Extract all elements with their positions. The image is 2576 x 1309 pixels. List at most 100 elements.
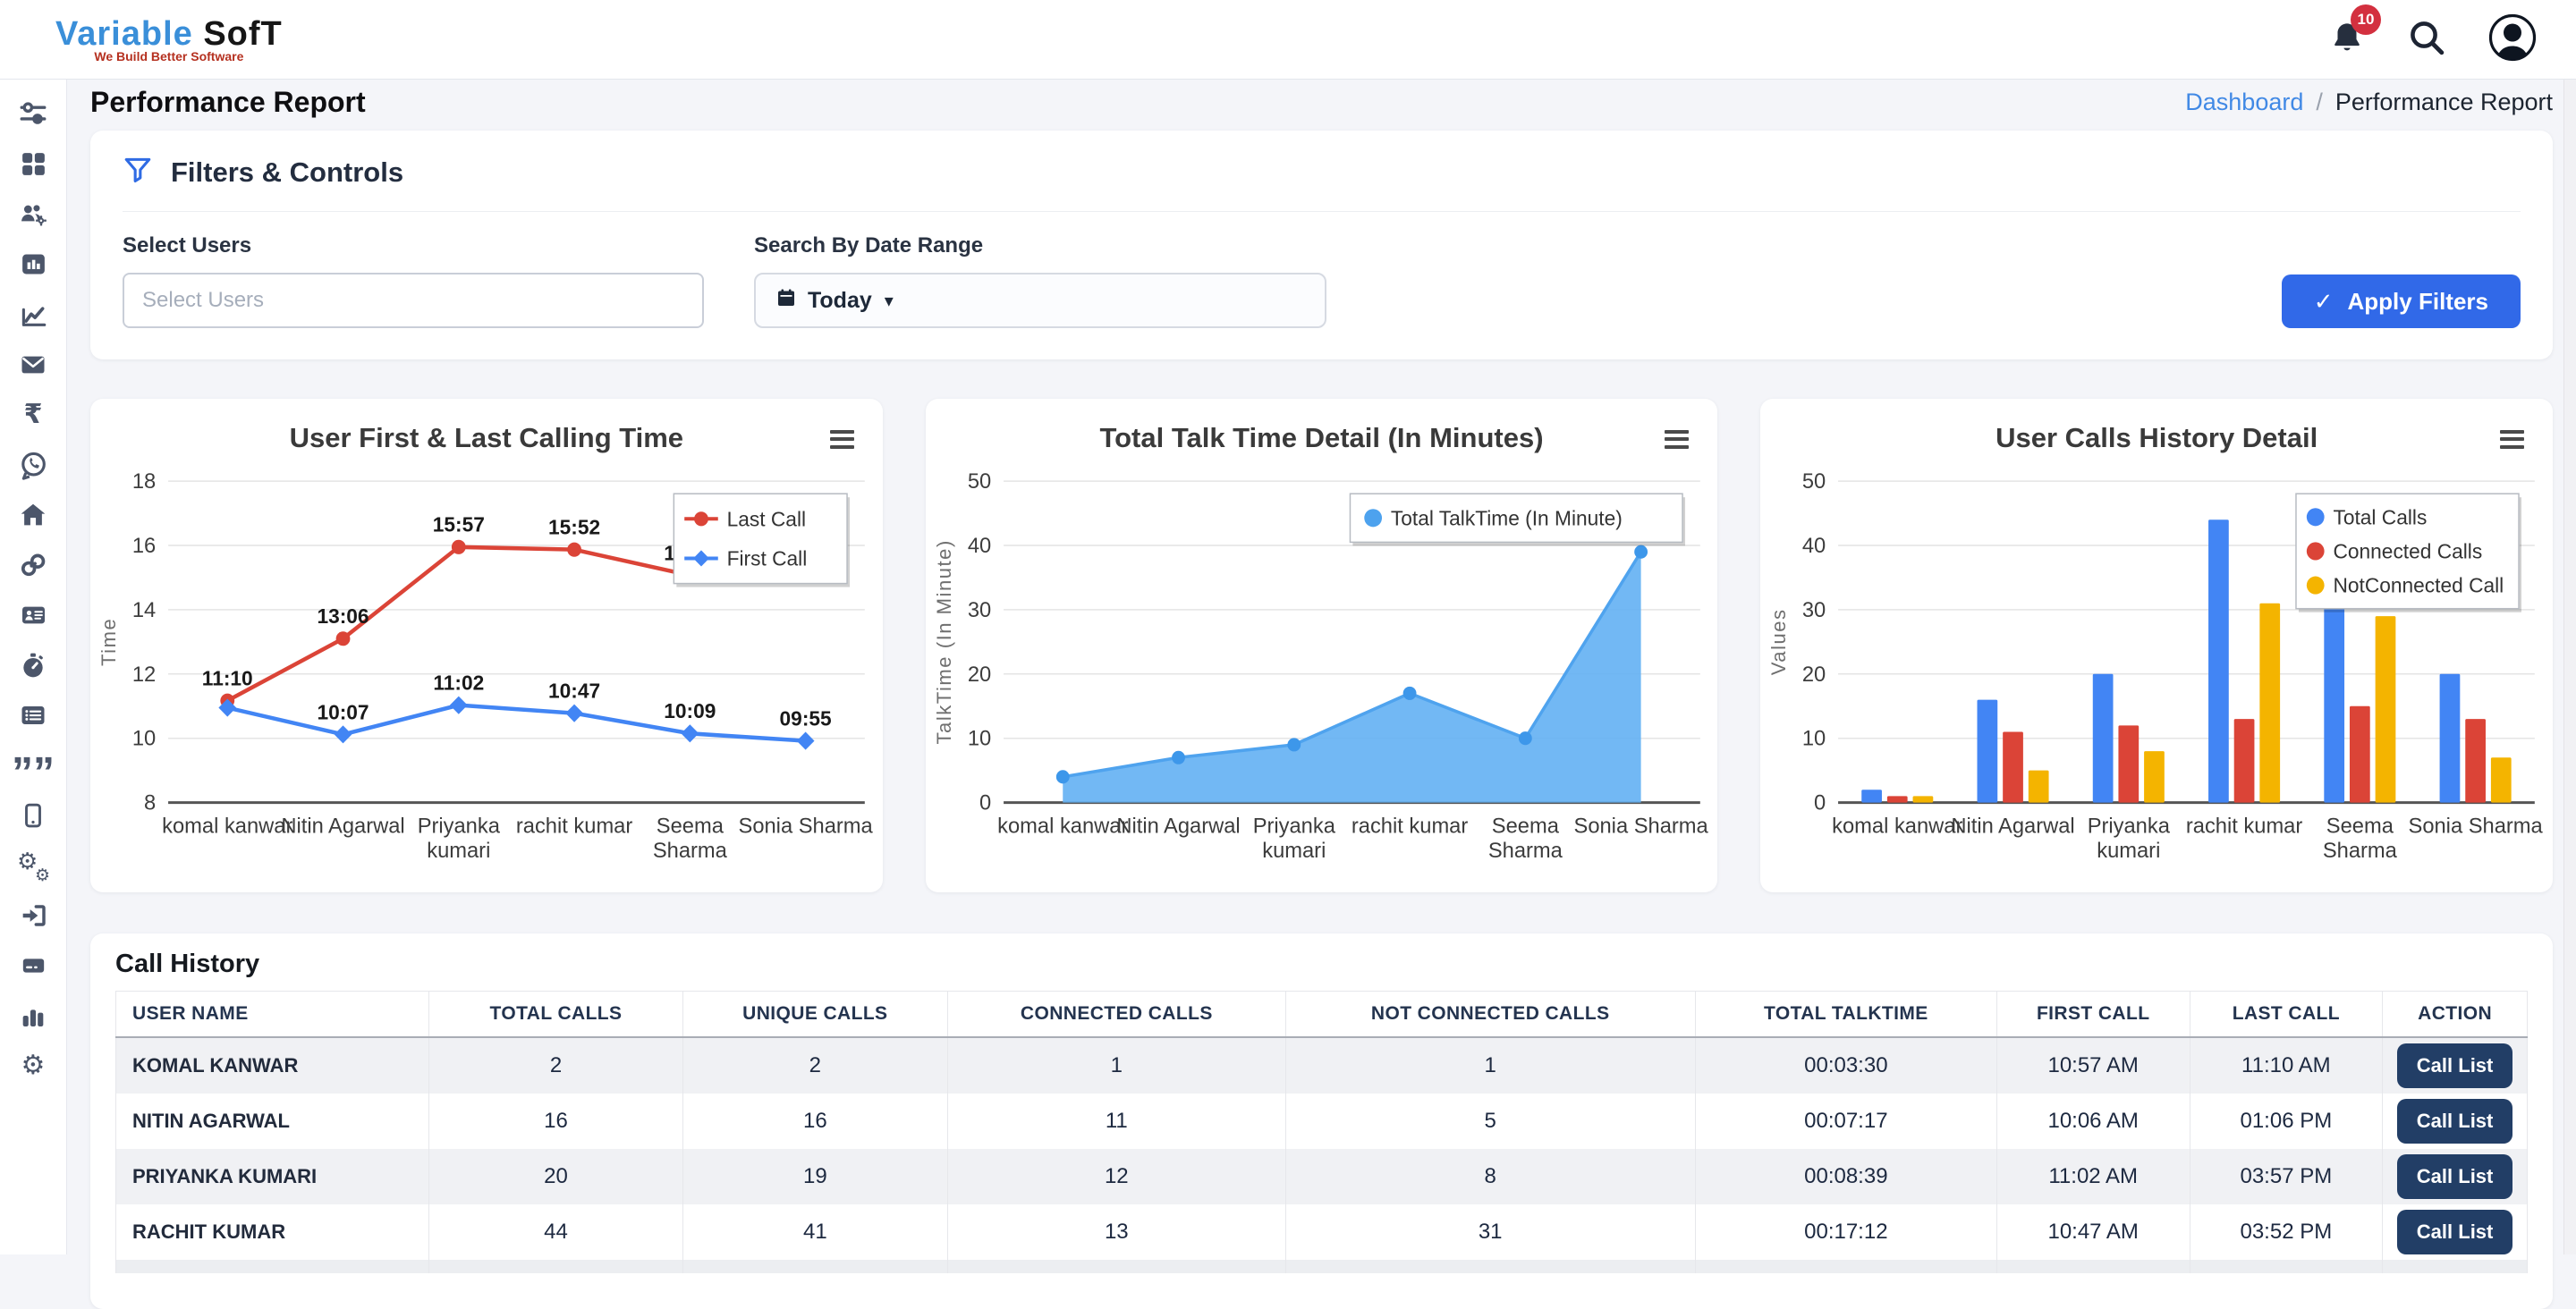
call-list-button[interactable]: Call List bbox=[2397, 1210, 2513, 1254]
svg-text:Sonia Sharma: Sonia Sharma bbox=[2409, 815, 2544, 839]
chart-title: User Calls History Detail bbox=[1769, 422, 2544, 454]
vertical-scrollbar[interactable] bbox=[2563, 79, 2576, 1254]
grid-icon[interactable] bbox=[17, 148, 49, 180]
svg-text:Sonia Sharma: Sonia Sharma bbox=[739, 815, 874, 839]
svg-text:16: 16 bbox=[132, 534, 156, 558]
table-row-partial bbox=[116, 1260, 2528, 1273]
svg-text:NotConnected Call: NotConnected Call bbox=[2334, 573, 2504, 596]
chart-title: User First & Last Calling Time bbox=[99, 422, 874, 454]
column-header: TOTAL TALKTIME bbox=[1695, 992, 1996, 1038]
sliders-icon[interactable] bbox=[17, 98, 49, 130]
column-header: FIRST CALL bbox=[1996, 992, 2190, 1038]
svg-text:rachit kumar: rachit kumar bbox=[516, 815, 632, 839]
svg-text:Total Calls: Total Calls bbox=[2334, 505, 2428, 528]
table-cell: 5 bbox=[1285, 1094, 1695, 1149]
call-list-button[interactable]: Call List bbox=[2397, 1154, 2513, 1199]
stopwatch-icon[interactable] bbox=[17, 649, 49, 680]
notification-badge: 10 bbox=[2351, 4, 2381, 35]
call-list-button[interactable]: Call List bbox=[2397, 1043, 2513, 1088]
svg-text:Priyanka: Priyanka bbox=[2088, 815, 2171, 839]
svg-text:Seema: Seema bbox=[657, 815, 724, 839]
table-cell: 1 bbox=[948, 1037, 1285, 1094]
column-header: LAST CALL bbox=[2190, 992, 2383, 1038]
table-cell: 8 bbox=[1285, 1149, 1695, 1204]
bar-chart-canvas: 01020304050Valueskomal kanwarNitin Agarw… bbox=[1767, 458, 2546, 889]
check-icon: ✓ bbox=[2314, 288, 2334, 316]
select-users-input[interactable] bbox=[123, 273, 704, 328]
svg-text:Connected Calls: Connected Calls bbox=[2334, 539, 2483, 562]
link-icon[interactable] bbox=[17, 549, 49, 580]
mobile-icon[interactable] bbox=[17, 799, 49, 831]
svg-text:10:09: 10:09 bbox=[664, 699, 716, 722]
select-users-label: Select Users bbox=[123, 233, 704, 258]
bar-chart-icon[interactable] bbox=[17, 1000, 49, 1031]
svg-text:10: 10 bbox=[1802, 727, 1826, 751]
table-cell: 13 bbox=[948, 1204, 1285, 1260]
svg-text:30: 30 bbox=[1802, 598, 1826, 622]
svg-text:8: 8 bbox=[144, 790, 156, 815]
svg-text:13:06: 13:06 bbox=[317, 604, 369, 628]
table-cell: 11:10 AM bbox=[2190, 1037, 2383, 1094]
list-icon[interactable] bbox=[17, 699, 49, 731]
svg-text:11:10: 11:10 bbox=[202, 666, 253, 689]
chart-menu-icon[interactable] bbox=[826, 422, 858, 456]
chevron-down-icon: ▾ bbox=[885, 290, 894, 312]
svg-text:Seema: Seema bbox=[2326, 815, 2394, 839]
notifications-button[interactable]: 10 bbox=[2329, 19, 2365, 61]
chart-menu-icon[interactable] bbox=[1661, 422, 1692, 456]
svg-text:09:55: 09:55 bbox=[780, 706, 832, 730]
table-cell: 00:07:17 bbox=[1695, 1094, 1996, 1149]
table-row: PRIYANKA KUMARI201912800:08:3911:02 AM03… bbox=[116, 1149, 2528, 1204]
search-button[interactable] bbox=[2408, 19, 2445, 61]
chart-menu-icon[interactable] bbox=[2496, 422, 2528, 456]
table-cell: 03:57 PM bbox=[2190, 1149, 2383, 1204]
first-last-calling-time-panel: User First & Last Calling Time 810121416… bbox=[90, 399, 883, 892]
id-card-icon[interactable] bbox=[17, 599, 49, 630]
call-list-button[interactable]: Call List bbox=[2397, 1099, 2513, 1144]
svg-text:20: 20 bbox=[1802, 663, 1826, 687]
table-row: NITIN AGARWAL161611500:07:1710:06 AM01:0… bbox=[116, 1094, 2528, 1149]
svg-text:TalkTime (In Minute): TalkTime (In Minute) bbox=[933, 539, 955, 744]
mail-icon[interactable] bbox=[17, 349, 49, 380]
line-chart-icon[interactable] bbox=[17, 299, 49, 330]
svg-text:Time: Time bbox=[97, 618, 120, 666]
svg-text:Sharma: Sharma bbox=[2323, 839, 2398, 863]
table-cell: 10:06 AM bbox=[1996, 1094, 2190, 1149]
svg-text:15:57: 15:57 bbox=[433, 513, 485, 536]
user-name-cell: PRIYANKA KUMARI bbox=[116, 1149, 429, 1204]
logo[interactable]: Variable SofT We Build Better Software bbox=[55, 16, 283, 63]
table-cell: 01:06 PM bbox=[2190, 1094, 2383, 1149]
svg-text:40: 40 bbox=[1802, 534, 1826, 558]
user-name-cell: KOMAL KANWAR bbox=[116, 1037, 429, 1094]
settings-icon[interactable]: ⚙ bbox=[17, 1050, 49, 1081]
table-cell: 12 bbox=[948, 1149, 1285, 1204]
svg-text:18: 18 bbox=[132, 469, 156, 494]
home-icon[interactable] bbox=[17, 499, 49, 530]
login-icon[interactable] bbox=[17, 899, 49, 931]
table-cell: 44 bbox=[429, 1204, 682, 1260]
svg-text:komal kanwar: komal kanwar bbox=[1832, 815, 1962, 839]
apply-filters-button[interactable]: ✓ Apply Filters bbox=[2282, 274, 2521, 328]
logo-tagline: We Build Better Software bbox=[94, 49, 243, 63]
bell-icon bbox=[2329, 45, 2365, 60]
table-cell: 00:17:12 bbox=[1695, 1204, 1996, 1260]
table-row: KOMAL KANWAR221100:03:3010:57 AM11:10 AM… bbox=[116, 1037, 2528, 1094]
team-settings-icon[interactable] bbox=[17, 198, 49, 230]
rupee-icon[interactable]: ₹ bbox=[17, 399, 49, 430]
svg-text:11:02: 11:02 bbox=[433, 671, 484, 694]
breadcrumb-dashboard-link[interactable]: Dashboard bbox=[2185, 89, 2303, 116]
date-range-picker[interactable]: Today ▾ bbox=[754, 273, 1326, 328]
user-name-cell: NITIN AGARWAL bbox=[116, 1094, 429, 1149]
filter-funnel-icon bbox=[123, 154, 153, 191]
quote-icon[interactable]: ”” bbox=[17, 757, 49, 789]
credit-card-icon[interactable] bbox=[17, 950, 49, 981]
table-cell: 10:57 AM bbox=[1996, 1037, 2190, 1094]
chart-box-icon[interactable] bbox=[17, 249, 49, 280]
gears-icon[interactable]: ⚙⚙ bbox=[17, 849, 49, 881]
user-avatar[interactable] bbox=[2488, 13, 2537, 66]
svg-text:Sharma: Sharma bbox=[1488, 839, 1563, 863]
table-cell: 41 bbox=[682, 1204, 948, 1260]
svg-text:Nitin Agarwal: Nitin Agarwal bbox=[281, 815, 404, 839]
whatsapp-icon[interactable] bbox=[17, 449, 49, 480]
svg-text:0: 0 bbox=[979, 790, 991, 815]
